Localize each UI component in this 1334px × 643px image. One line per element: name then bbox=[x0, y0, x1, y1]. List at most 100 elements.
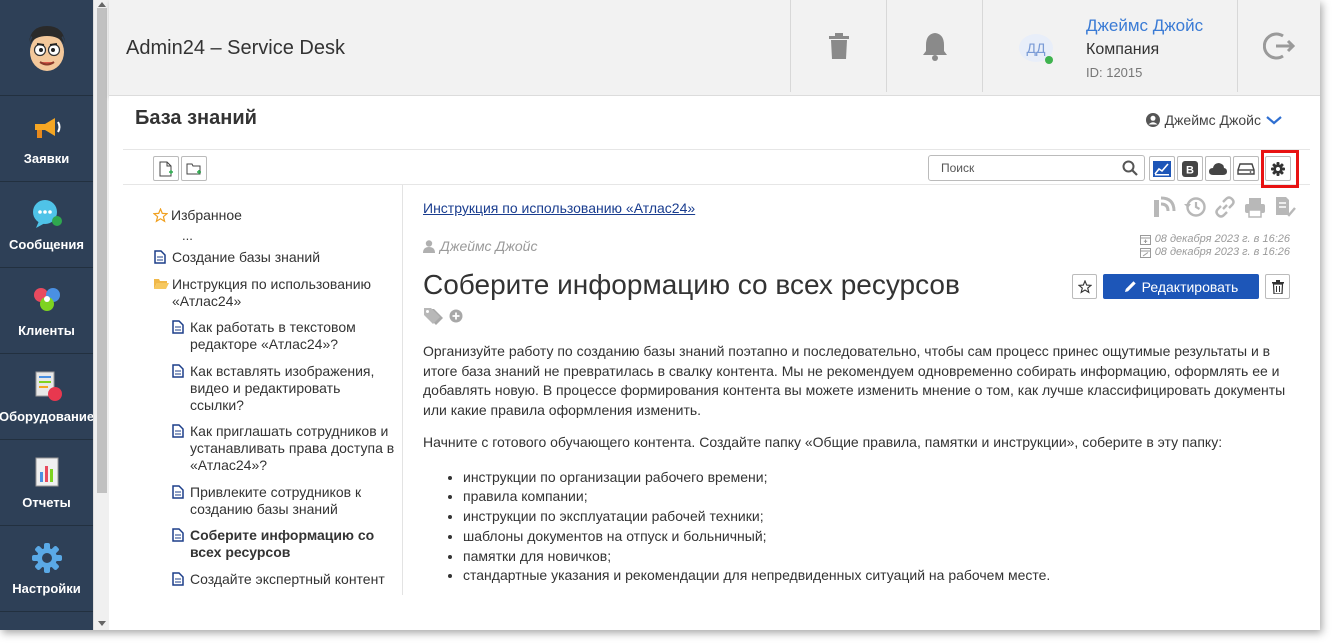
kb-tree: Избранное ... Создание базы знаний Инстр… bbox=[123, 185, 403, 595]
chevron-down-icon bbox=[1266, 116, 1282, 125]
scroll-down-arrow-icon[interactable] bbox=[98, 621, 106, 626]
sidebar-item-tickets[interactable]: Заявки bbox=[0, 96, 93, 182]
top-header: Admin24 – Service Desk ДД Джеймс Джойс К… bbox=[109, 0, 1320, 96]
blog-rss-icon[interactable] bbox=[1152, 196, 1176, 218]
trash-icon bbox=[828, 33, 849, 59]
article-dates: 08 декабря 2023 г. в 16:26 08 декабря 20… bbox=[1139, 233, 1290, 259]
sidebar-item-label: Настройки bbox=[12, 581, 81, 596]
tree-item[interactable]: Как работать в текстовом редакторе «Атла… bbox=[172, 319, 392, 353]
search-icon[interactable] bbox=[1122, 160, 1138, 176]
tree-item[interactable]: Создайте экспертный контент bbox=[172, 571, 397, 588]
avatar[interactable]: ДД bbox=[1019, 34, 1053, 64]
calendar-edit-icon bbox=[1139, 248, 1151, 258]
user-icon bbox=[423, 239, 435, 253]
tree-item[interactable]: Как приглашать сотрудников и устанавлива… bbox=[172, 423, 397, 474]
scroll-thumb[interactable] bbox=[97, 8, 107, 493]
tree-item-label: Как вставлять изображения, видео и редак… bbox=[190, 363, 375, 413]
logo[interactable] bbox=[0, 0, 93, 96]
delete-button[interactable] bbox=[1265, 274, 1290, 299]
user-name-link[interactable]: Джеймс Джойс bbox=[1086, 16, 1203, 36]
user-panel[interactable]: ДД Джеймс Джойс Компания ID: 12015 bbox=[982, 0, 1238, 92]
tree-item-label: Соберите информацию со всех ресурсов bbox=[190, 527, 375, 560]
logout-button[interactable] bbox=[1238, 0, 1320, 92]
user-id: ID: 12015 bbox=[1086, 65, 1143, 80]
notifications-button[interactable] bbox=[886, 0, 982, 92]
equipment-icon bbox=[30, 369, 64, 403]
blog-button[interactable]: B bbox=[1177, 156, 1203, 181]
sidebar-item-settings[interactable]: Настройки bbox=[0, 526, 93, 612]
review-icon[interactable] bbox=[1274, 196, 1296, 218]
article-title: Соберите информацию со всех ресурсов bbox=[423, 269, 960, 300]
new-document-button[interactable] bbox=[153, 156, 179, 181]
author-name: Джеймс Джойс bbox=[440, 238, 538, 254]
tree-ellipsis: ... bbox=[182, 228, 193, 243]
search-placeholder: Поиск bbox=[941, 161, 975, 175]
tree-item-label: Создание базы знаний bbox=[172, 249, 321, 265]
document-icon bbox=[172, 364, 184, 378]
sidebar-item-label: Оборудование bbox=[0, 409, 95, 424]
document-icon bbox=[172, 424, 184, 438]
created-date: 08 декабря 2023 г. в 16:26 bbox=[1154, 233, 1290, 245]
kb-user-name: Джеймс Джойс bbox=[1164, 112, 1261, 128]
list-item: стандартные указания и рекомендации для … bbox=[463, 566, 1291, 586]
star-icon bbox=[1077, 279, 1092, 294]
document-icon bbox=[172, 320, 184, 334]
search-input[interactable]: Поиск bbox=[928, 155, 1145, 181]
breadcrumb[interactable]: Инструкция по использованию «Атлас24» bbox=[423, 200, 695, 216]
document-icon bbox=[172, 572, 184, 586]
article: Инструкция по использованию «Атлас24» Дж… bbox=[423, 185, 1296, 630]
tree-item-label: Создайте экспертный контент bbox=[190, 571, 385, 587]
article-body: Организуйте работу по созданию базы знан… bbox=[423, 342, 1291, 586]
tree-item-label: Привлеките сотрудников к созданию базы з… bbox=[190, 484, 362, 517]
sidebar-item-clients[interactable]: Клиенты bbox=[0, 268, 93, 354]
article-actions: Редактировать bbox=[1072, 274, 1290, 299]
kb-toolbar: Поиск B bbox=[123, 149, 1310, 188]
edit-button-label: Редактировать bbox=[1141, 278, 1239, 295]
updated-date: 08 декабря 2023 г. в 16:26 bbox=[1154, 246, 1290, 258]
tree-item[interactable]: Привлеките сотрудников к созданию базы з… bbox=[172, 484, 387, 518]
list-item: памятки для новичков; bbox=[463, 547, 1291, 567]
cloud-button[interactable] bbox=[1205, 156, 1231, 181]
article-icons bbox=[1152, 196, 1296, 218]
storage-button[interactable] bbox=[1233, 156, 1259, 181]
article-author: Джеймс Джойс bbox=[423, 238, 537, 254]
document-icon bbox=[172, 485, 184, 499]
new-folder-button[interactable] bbox=[181, 156, 207, 181]
sidebar-item-equipment[interactable]: Оборудование bbox=[0, 354, 95, 440]
tree-item-label: Как приглашать сотрудников и устанавлива… bbox=[190, 423, 395, 473]
user-company: Компания bbox=[1086, 41, 1160, 58]
tree-item[interactable]: Как вставлять изображения, видео и редак… bbox=[172, 363, 387, 414]
report-icon bbox=[30, 455, 64, 489]
paragraph: Начните с готового обучающего контента. … bbox=[423, 434, 1223, 450]
cloud-icon bbox=[1209, 162, 1227, 175]
sidebar-item-reports[interactable]: Отчеты bbox=[0, 440, 93, 526]
scroll-up-arrow-icon[interactable] bbox=[98, 2, 106, 7]
kb-user-selector[interactable]: Джеймс Джойс bbox=[1145, 112, 1282, 128]
history-icon[interactable] bbox=[1184, 196, 1206, 218]
stats-button[interactable] bbox=[1149, 156, 1175, 181]
print-icon[interactable] bbox=[1244, 196, 1266, 218]
avatar-logo-icon bbox=[28, 25, 65, 71]
add-tag-icon[interactable] bbox=[449, 309, 463, 323]
bullet-list: инструкции по организации рабочего време… bbox=[463, 468, 1291, 587]
edit-button[interactable]: Редактировать bbox=[1103, 274, 1259, 299]
gear-icon bbox=[30, 541, 64, 575]
tree-item-label: Как работать в текстовом редакторе «Атла… bbox=[190, 319, 356, 352]
tags-icon[interactable] bbox=[423, 307, 447, 325]
folder-open-icon bbox=[154, 279, 169, 289]
sidebar-item-label: Заявки bbox=[23, 151, 70, 166]
clients-icon bbox=[30, 283, 64, 317]
sidebar-item-messages[interactable]: Сообщения bbox=[0, 182, 93, 268]
tree-item-favorites[interactable]: Избранное bbox=[153, 207, 242, 224]
sidebar-scrollbar[interactable] bbox=[93, 0, 109, 630]
tree-item[interactable]: Создание базы знаний bbox=[154, 249, 384, 266]
tree-folder[interactable]: Инструкция по использованию «Атлас24» bbox=[154, 276, 394, 310]
calendar-plus-icon bbox=[1139, 235, 1151, 245]
sidebar-item-label: Отчеты bbox=[22, 495, 71, 510]
trash-icon bbox=[1271, 279, 1284, 294]
chat-bubble-icon bbox=[30, 197, 64, 231]
favorite-button[interactable] bbox=[1072, 274, 1097, 299]
trash-button[interactable] bbox=[790, 0, 886, 92]
link-icon[interactable] bbox=[1214, 196, 1236, 218]
tree-item-active[interactable]: Соберите информацию со всех ресурсов bbox=[172, 527, 387, 561]
